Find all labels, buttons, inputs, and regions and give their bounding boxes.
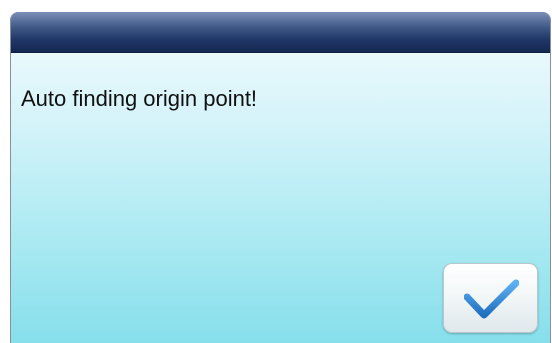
dialog-title-bar: [11, 12, 550, 53]
dialog-message: Auto finding origin point!: [21, 86, 258, 111]
confirm-button[interactable]: [443, 263, 538, 333]
dialog-window: Auto finding origin point!: [10, 12, 551, 343]
